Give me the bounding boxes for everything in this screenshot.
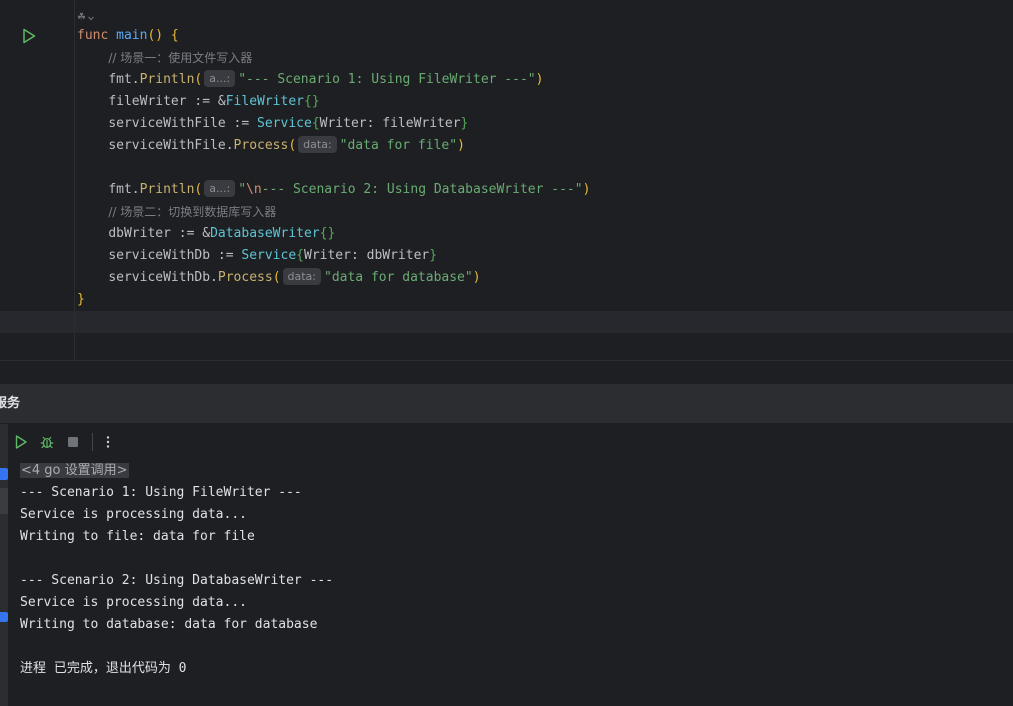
field: Writer: fileWriter: [319, 116, 461, 131]
services-tool-header: 服务: [0, 384, 1013, 424]
tool-window-title: 服务: [0, 396, 21, 411]
code-line-service-file: serviceWithFile := Service{Writer: fileW…: [77, 113, 468, 135]
call: Println: [139, 72, 195, 87]
statement: fileWriter := &: [108, 94, 226, 109]
run-icon: [15, 435, 27, 449]
brace: {}: [319, 226, 336, 241]
function-name: main: [116, 28, 148, 43]
code-line-println-1: fmt.Println(a...: "--- Scenario 1: Using …: [77, 69, 543, 91]
receiver: serviceWithDb.: [108, 270, 218, 285]
paren: ): [582, 182, 591, 197]
comment: // 场景二：切换到数据库写入器: [108, 205, 277, 219]
code-line-close: }: [77, 289, 85, 311]
type-name: Service: [241, 248, 297, 263]
paren: (: [194, 72, 203, 87]
author-icon: ☘: [77, 12, 86, 23]
type-name: FileWriter: [225, 94, 304, 109]
brace: }: [429, 248, 438, 263]
tree-selection: [0, 488, 8, 514]
console-header-line: <4 go 设置调用>: [20, 460, 129, 482]
brace: }: [77, 292, 85, 307]
code-line-process-file: serviceWithFile.Process(data: "data for f…: [77, 135, 465, 157]
paren: (: [194, 182, 203, 197]
services-tree-strip[interactable]: [0, 424, 8, 706]
go-config-icon[interactable]: [0, 468, 8, 480]
statement: dbWriter := &: [108, 226, 211, 241]
debug-icon: [40, 436, 54, 449]
more-icon: [106, 436, 110, 448]
console-output[interactable]: <4 go 设置调用> --- Scenario 1: Using FileWr…: [8, 460, 1013, 706]
panel-splitter[interactable]: [0, 360, 1013, 384]
call: Println: [139, 182, 195, 197]
paren: (: [288, 138, 297, 153]
code-line-filewriter: fileWriter := &FileWriter{}: [77, 91, 320, 113]
current-line-highlight: [0, 311, 1013, 333]
brace: {: [311, 116, 320, 131]
type-name: Service: [257, 116, 312, 131]
paren: ): [457, 138, 465, 153]
brace: {: [296, 248, 304, 263]
code-line-comment-1: // 场景一：使用文件写入器: [77, 47, 252, 69]
package: fmt.: [108, 72, 140, 87]
call: Process: [217, 270, 273, 285]
code-line-func: func main() {: [77, 25, 179, 47]
string: --- Scenario 2: Using DatabaseWriter ---…: [261, 182, 583, 197]
parameter-hint: data:: [282, 268, 321, 285]
brace: () {: [147, 28, 179, 43]
console-line: Service is processing data...: [20, 595, 247, 610]
string: "--- Scenario 1: Using FileWriter ---": [238, 72, 536, 87]
gutter-divider: [74, 0, 75, 360]
parameter-hint: data:: [298, 136, 337, 153]
brace: }: [460, 116, 469, 131]
console-toolbar: [8, 424, 1013, 460]
parameter-hint: a...:: [204, 180, 236, 197]
code-line-comment-2: // 场景二：切换到数据库写入器: [77, 201, 276, 223]
comment: // 场景一：使用文件写入器: [108, 51, 253, 65]
process-exit-line: 进程 已完成，退出代码为 0: [20, 661, 187, 676]
package: fmt.: [108, 182, 140, 197]
toolbar-divider: [92, 433, 93, 451]
brace: {}: [304, 94, 320, 109]
type-name: DatabaseWriter: [210, 226, 320, 241]
code-line-service-db: serviceWithDb := Service{Writer: dbWrite…: [77, 245, 437, 267]
console-line: Writing to file: data for file: [20, 529, 255, 544]
console-line: Service is processing data...: [20, 507, 247, 522]
stop-icon: [68, 437, 78, 447]
code-editor[interactable]: ☘ func main() { // 场景一：使用文件写入器 fmt.Print…: [0, 0, 1013, 360]
code-line-process-db: serviceWithDb.Process(data: "data for dat…: [77, 267, 481, 289]
field: Writer: dbWriter: [304, 248, 430, 263]
statement: serviceWithFile :=: [108, 116, 258, 131]
statement: serviceWithDb :=: [108, 248, 242, 263]
code-line-dbwriter: dbWriter := &DatabaseWriter{}: [77, 223, 335, 245]
debug-button[interactable]: [34, 429, 60, 455]
console-line: --- Scenario 2: Using DatabaseWriter ---: [20, 573, 334, 588]
string: "data for database": [324, 270, 473, 285]
string: "data for file": [339, 138, 458, 153]
docker-icon[interactable]: [0, 612, 8, 622]
paren: ): [472, 270, 481, 285]
parameter-hint: a...:: [204, 70, 236, 87]
code-line-println-2: fmt.Println(a...: "\n--- Scenario 2: Usin…: [77, 179, 590, 201]
escape-sequence: \n: [246, 182, 262, 197]
more-button[interactable]: [95, 429, 121, 455]
run-button[interactable]: [8, 429, 34, 455]
receiver: serviceWithFile.: [108, 138, 234, 153]
ide-window: ☘ func main() { // 场景一：使用文件写入器 fmt.Print…: [0, 0, 1013, 706]
paren: (: [272, 270, 281, 285]
paren: ): [535, 72, 544, 87]
run-gutter-icon[interactable]: [20, 27, 38, 45]
string: ": [238, 182, 247, 197]
console-line: Writing to database: data for database: [20, 617, 318, 632]
keyword: func: [77, 28, 109, 43]
usage-hint[interactable]: ☘: [77, 10, 95, 26]
call: Process: [233, 138, 289, 153]
console-line: --- Scenario 1: Using FileWriter ---: [20, 485, 302, 500]
stop-button[interactable]: [60, 429, 86, 455]
run-config-header: <4 go 设置调用>: [20, 463, 129, 478]
chevron-down-icon: [88, 16, 94, 21]
